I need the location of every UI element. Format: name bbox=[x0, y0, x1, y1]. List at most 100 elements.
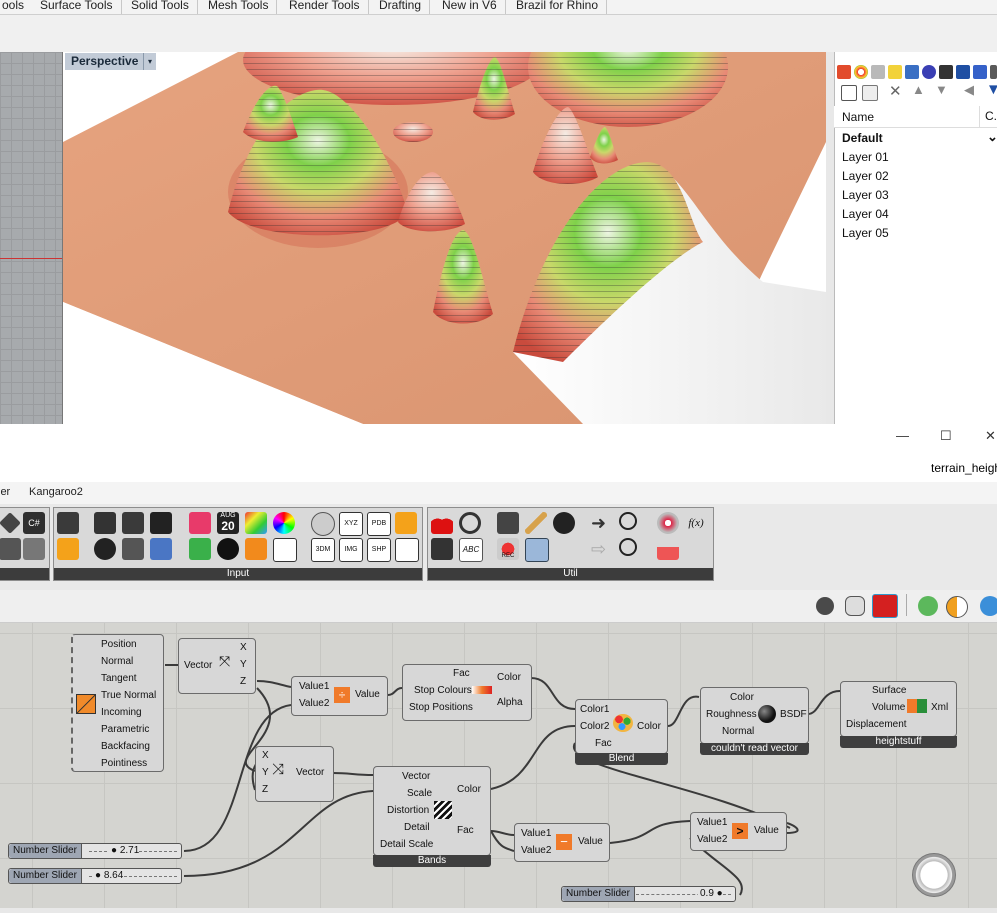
number-slider[interactable]: Number Slider ● 2.71 bbox=[8, 843, 182, 859]
calendar-icon[interactable]: AUG 20 bbox=[217, 512, 239, 534]
tab-brazil-for-rhino[interactable]: Brazil for Rhino bbox=[508, 0, 608, 14]
preview-selected-icon[interactable] bbox=[872, 594, 898, 618]
help-icon[interactable] bbox=[973, 65, 987, 79]
tab-new-in-v6[interactable]: New in V6 bbox=[434, 0, 506, 14]
panel-icon[interactable] bbox=[150, 512, 172, 534]
tab-mesh-tools[interactable]: Mesh Tools bbox=[200, 0, 278, 14]
colour-swatch-icon[interactable] bbox=[245, 512, 267, 534]
clock-icon[interactable] bbox=[217, 538, 239, 560]
gradient-control-icon[interactable] bbox=[150, 538, 172, 560]
galapagos-icon[interactable] bbox=[657, 512, 679, 534]
abc-icon[interactable]: ABC bbox=[459, 538, 483, 562]
pdb-icon[interactable]: PDB bbox=[367, 512, 391, 536]
viewport-menu-arrow[interactable]: ▾ bbox=[143, 53, 156, 70]
grasshopper-canvas[interactable]: Position Normal Tangent True Normal Inco… bbox=[0, 623, 997, 908]
button-icon[interactable] bbox=[94, 538, 116, 560]
move-up-icon[interactable]: ▲ bbox=[912, 82, 925, 97]
shp-icon[interactable]: SHP bbox=[367, 538, 391, 562]
output-component[interactable]: Surface Volume Displacement Xml heightst… bbox=[840, 681, 957, 748]
tab-surface-tools[interactable]: Surface Tools bbox=[32, 0, 122, 14]
filter-icon[interactable]: ▼ bbox=[986, 81, 997, 98]
blend-component[interactable]: Color1 Color2 Fac Color Blend bbox=[575, 699, 668, 765]
bsdf-component[interactable]: Color Roughness Normal BSDF couldn't rea… bbox=[700, 687, 809, 755]
md-slider-icon[interactable] bbox=[189, 538, 211, 560]
number-slider[interactable]: Number Slider ● 8.64 bbox=[8, 868, 182, 884]
number-slider-icon[interactable] bbox=[189, 512, 211, 534]
bake-icon[interactable] bbox=[918, 596, 938, 616]
display-icon[interactable] bbox=[905, 65, 919, 79]
named-view-icon[interactable] bbox=[956, 65, 970, 79]
timer-icon[interactable] bbox=[553, 512, 575, 534]
slider-value[interactable]: ● 2.71 bbox=[109, 844, 140, 858]
record-icon[interactable]: REC bbox=[497, 538, 519, 560]
environment-icon[interactable] bbox=[939, 65, 953, 79]
search-icon[interactable] bbox=[619, 512, 637, 530]
layer-row[interactable]: Layer 01 bbox=[842, 148, 889, 167]
tree-icon[interactable] bbox=[431, 538, 453, 560]
separate-vector-component[interactable]: Vector ⤧ X Y Z bbox=[178, 638, 256, 694]
loop-icon[interactable] bbox=[497, 512, 519, 534]
layer-row[interactable]: Layer 05 bbox=[842, 224, 889, 243]
layer-row[interactable]: Layer 03 bbox=[842, 186, 889, 205]
new-sublayer-icon[interactable] bbox=[862, 85, 878, 101]
move-down-icon[interactable]: ▼ bbox=[935, 82, 948, 97]
flask-icon[interactable] bbox=[657, 538, 679, 560]
tab-kangaroo2[interactable]: Kangaroo2 bbox=[29, 486, 83, 498]
graph-icon[interactable] bbox=[57, 538, 79, 560]
value-list-icon[interactable] bbox=[122, 538, 144, 560]
digit-scroller-icon[interactable] bbox=[122, 512, 144, 534]
fader-icon[interactable] bbox=[525, 538, 549, 562]
color-wheel-icon[interactable] bbox=[854, 65, 868, 79]
arrow-right-icon[interactable]: ➜ bbox=[591, 512, 613, 534]
layers-tab-icon[interactable] bbox=[837, 65, 851, 79]
column-current-header[interactable]: C. bbox=[979, 106, 997, 127]
cluster-icon[interactable] bbox=[0, 538, 21, 560]
preview-shaded-icon[interactable] bbox=[816, 597, 834, 615]
material-icon[interactable] bbox=[922, 65, 936, 79]
tab-tools[interactable]: ools bbox=[0, 0, 34, 14]
colour-wheel-icon[interactable] bbox=[273, 512, 295, 534]
script-icon[interactable]: C# bbox=[23, 512, 45, 534]
layer-row[interactable]: Layer 04 bbox=[842, 205, 889, 224]
circle-icon[interactable] bbox=[459, 512, 481, 534]
slider-value[interactable]: 0.9 ● bbox=[698, 887, 723, 901]
sphere-icon[interactable] bbox=[980, 596, 997, 616]
subtract-component[interactable]: Value1 Value2 − Value bbox=[514, 823, 610, 862]
cherry-icon[interactable] bbox=[431, 512, 453, 534]
tape-icon[interactable] bbox=[395, 538, 419, 562]
tab-render-tools[interactable]: Render Tools bbox=[281, 0, 369, 14]
more-tabs-icon[interactable] bbox=[990, 65, 997, 79]
combine-vector-component[interactable]: X Y Z ⤨ Vector bbox=[255, 746, 334, 802]
tab-drafting[interactable]: Drafting bbox=[371, 0, 431, 14]
number-slider[interactable]: Number Slider 0.9 ● bbox=[561, 886, 736, 902]
chevron-down-icon[interactable]: ⌄ bbox=[987, 127, 997, 146]
move-out-icon[interactable]: ◀ bbox=[964, 82, 974, 98]
color-ramp-component[interactable]: Fac Stop Colours Stop Positions Color Al… bbox=[402, 664, 532, 721]
geometry-component[interactable]: Position Normal Tangent True Normal Inco… bbox=[71, 634, 164, 772]
perspective-viewport[interactable] bbox=[63, 52, 827, 424]
properties-icon[interactable] bbox=[871, 65, 885, 79]
arrow-outline-icon[interactable]: ⇨ bbox=[591, 538, 613, 560]
tab-solid-tools[interactable]: Solid Tools bbox=[123, 0, 198, 14]
maximize-button[interactable]: ☐ bbox=[940, 428, 952, 444]
3dm-icon[interactable]: 3DM bbox=[311, 538, 335, 562]
import-icon[interactable] bbox=[57, 512, 79, 534]
pencil-icon[interactable] bbox=[525, 512, 547, 534]
minimize-button[interactable]: — bbox=[896, 428, 909, 443]
column-name-header[interactable]: Name bbox=[842, 110, 874, 124]
divide-component[interactable]: Value1 Value2 ÷ Value bbox=[291, 676, 388, 716]
no-search-icon[interactable] bbox=[619, 538, 637, 556]
top-viewport[interactable] bbox=[0, 52, 63, 424]
greater-than-component[interactable]: Value1 Value2 > Value bbox=[690, 812, 787, 851]
navigation-widget[interactable] bbox=[912, 853, 956, 897]
bezier-icon[interactable] bbox=[245, 538, 267, 560]
xyz-icon[interactable]: XYZ bbox=[339, 512, 363, 536]
toggle-icon[interactable] bbox=[94, 512, 116, 534]
graph-mapper-icon[interactable] bbox=[273, 538, 297, 562]
bands-component[interactable]: Vector Scale Distortion Detail Detail Sc… bbox=[373, 766, 491, 867]
preview-wire-icon[interactable] bbox=[845, 596, 865, 616]
display-mode-icon[interactable] bbox=[946, 596, 968, 618]
img-icon[interactable]: IMG bbox=[339, 538, 363, 562]
camera-icon[interactable] bbox=[311, 512, 335, 536]
layer-row[interactable]: Layer 02 bbox=[842, 167, 889, 186]
